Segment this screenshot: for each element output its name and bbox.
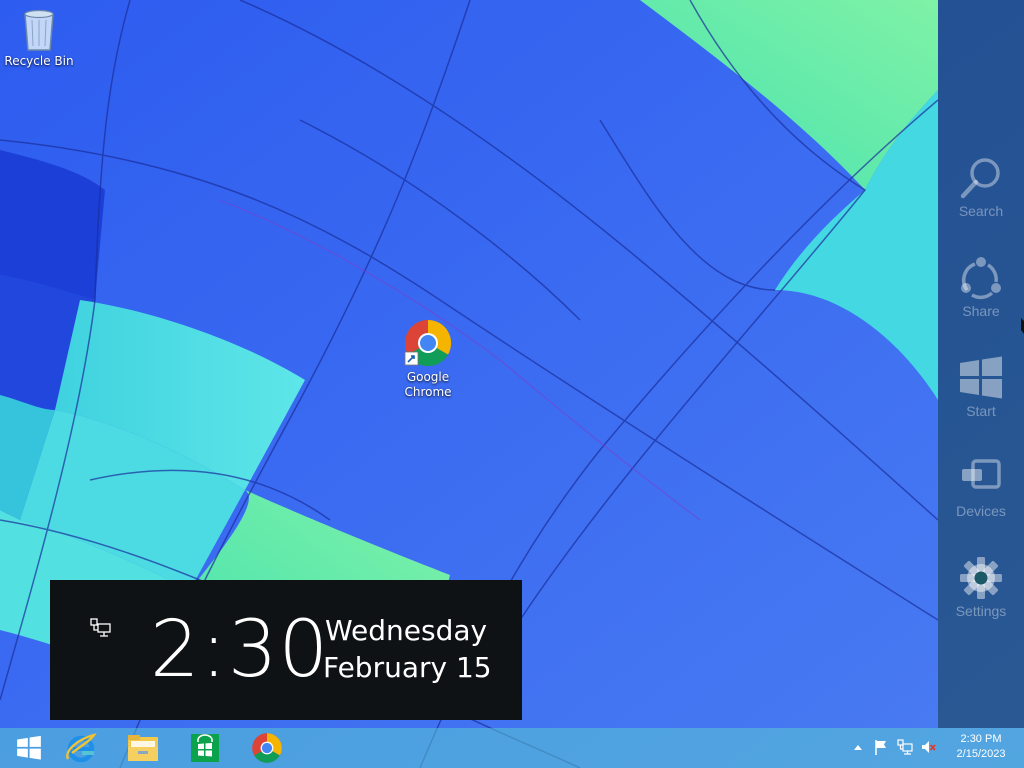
volume-muted-icon[interactable] <box>920 738 936 756</box>
clock-day: Wednesday <box>325 614 488 647</box>
recycle-bin-shortcut[interactable]: Recycle Bin <box>1 6 77 69</box>
clock-time: 2:30 <box>150 605 330 695</box>
tray-clock[interactable]: 2:30 PM 2/15/2023 <box>945 732 1017 762</box>
chrome-icon <box>404 319 452 367</box>
store-icon <box>191 734 219 762</box>
taskbar-store[interactable] <box>176 728 234 768</box>
taskbar-google-chrome[interactable] <box>238 728 296 768</box>
tray-time: 2:30 PM <box>960 733 1002 745</box>
taskbar-file-explorer[interactable] <box>114 728 172 768</box>
tray-date: 2/15/2023 <box>956 748 1006 760</box>
charms-bar: Search Share Start Devices Settings <box>938 0 1024 728</box>
devices-icon <box>962 459 1001 489</box>
recycle-bin-label: Recycle Bin <box>4 54 74 68</box>
share-icon <box>961 257 1001 300</box>
network-icon[interactable] <box>897 738 913 756</box>
charm-search[interactable]: Search <box>938 155 1024 235</box>
network-icon <box>90 618 111 637</box>
charm-devices-label: Devices <box>956 503 1006 519</box>
folder-icon <box>128 735 158 761</box>
windows-logo-icon <box>960 356 1002 399</box>
charm-start-label: Start <box>966 403 996 419</box>
windows-logo-icon <box>17 735 41 760</box>
charms-clock-overlay: 2:30 Wednesday February 15 <box>50 580 522 720</box>
start-button[interactable] <box>0 728 58 768</box>
charm-start[interactable]: Start <box>938 355 1024 435</box>
internet-explorer-icon <box>66 733 97 763</box>
taskbar-internet-explorer[interactable] <box>52 728 110 768</box>
google-chrome-shortcut[interactable]: Google Chrome <box>390 318 466 400</box>
search-icon <box>960 158 1000 199</box>
charm-settings-label: Settings <box>955 603 1007 619</box>
charm-share-label: Share <box>962 303 1000 319</box>
google-chrome-label: Google Chrome <box>404 370 452 399</box>
action-center-flag-icon[interactable] <box>873 738 889 756</box>
taskbar: 2:30 PM 2/15/2023 <box>0 728 1024 768</box>
clock-date: February 15 <box>323 651 492 684</box>
charm-share[interactable]: Share <box>938 255 1024 335</box>
charm-settings[interactable]: Settings <box>938 555 1024 635</box>
recycle-bin-icon <box>24 9 54 51</box>
charm-devices[interactable]: Devices <box>938 455 1024 535</box>
charm-search-label: Search <box>958 203 1004 219</box>
show-hidden-icons-arrow[interactable] <box>850 738 866 756</box>
chrome-icon <box>252 733 282 763</box>
gear-icon <box>960 557 1002 599</box>
